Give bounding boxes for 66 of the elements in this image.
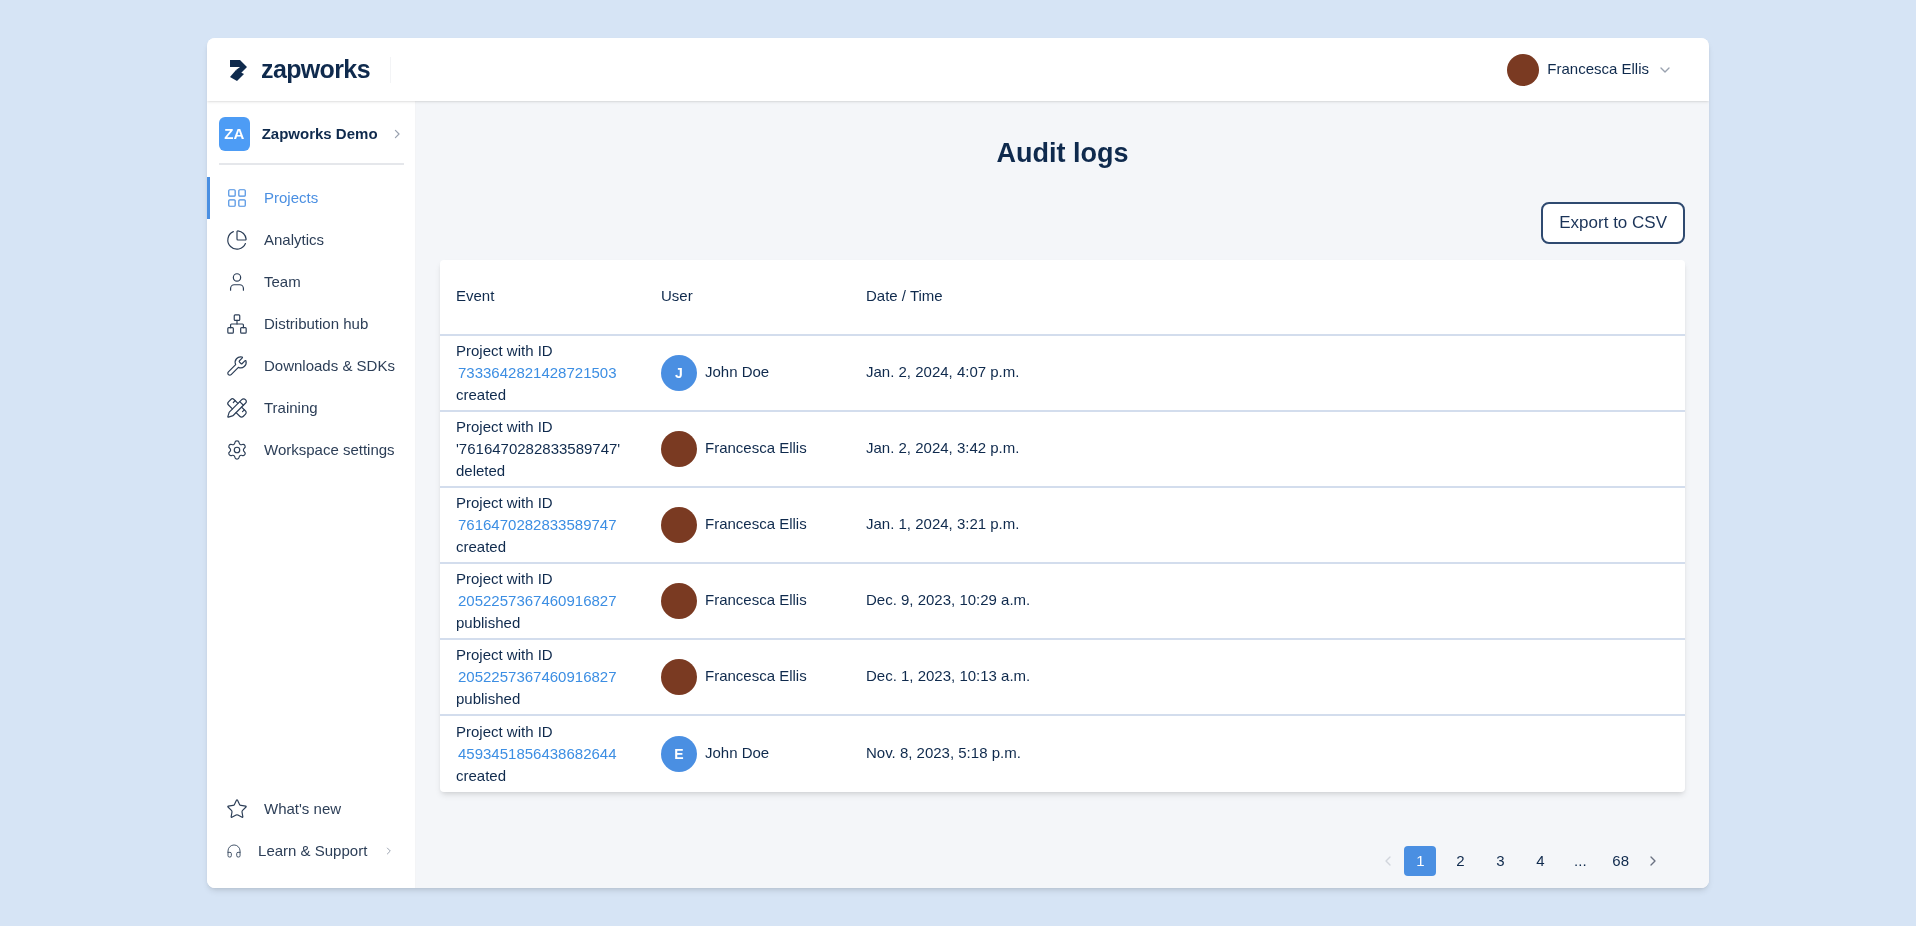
column-header: Date / Time <box>866 286 943 307</box>
sidebar-item[interactable]: Distribution hub <box>207 303 415 345</box>
workspace-switcher[interactable]: ZA Zapworks Demo <box>219 117 404 165</box>
avatar-photo-placeholder <box>661 582 697 619</box>
project-id-link[interactable]: 7333642821428721503 <box>456 361 661 384</box>
user-name: Francesca Ellis <box>705 666 807 687</box>
star-icon <box>226 798 248 820</box>
page-button[interactable]: 3 <box>1484 846 1517 876</box>
event-action: created <box>456 384 508 405</box>
event-text: Project with ID <box>456 721 554 742</box>
avatar-photo-placeholder <box>1507 53 1540 86</box>
pie-chart-icon <box>226 229 248 251</box>
event-action: created <box>456 536 508 557</box>
settings-icon <box>226 439 248 461</box>
sidebar-item[interactable]: Analytics <box>207 219 415 261</box>
user-name: John Doe <box>705 362 770 383</box>
project-id-link[interactable]: 2052257367460916827 <box>456 589 661 612</box>
event-action: created <box>456 765 508 786</box>
column-header: Event <box>456 286 496 307</box>
sidebar-item[interactable]: What's new <box>207 788 415 830</box>
event-action: published <box>456 612 522 633</box>
date-time: Dec. 9, 2023, 10:29 a.m. <box>866 590 1031 611</box>
user-avatar: E <box>661 735 697 772</box>
date-time: Jan. 2, 2024, 4:07 p.m. <box>866 362 1020 383</box>
column-header: User <box>661 286 694 307</box>
date-time: Jan. 1, 2024, 3:21 p.m. <box>866 514 1020 535</box>
avatar-photo-placeholder <box>661 430 697 467</box>
workspace-badge: ZA <box>219 117 250 151</box>
sidebar-item[interactable]: Training <box>207 387 415 429</box>
user-name: Francesca Ellis <box>705 438 807 459</box>
logo-wordmark: zapworks <box>261 57 370 82</box>
user-name: John Doe <box>705 743 770 764</box>
sidebar-item[interactable]: Workspace settings <box>207 429 415 471</box>
project-id: '7616470282833589747' <box>456 438 622 459</box>
event-text: Project with ID <box>456 644 554 665</box>
pencil-ruler-icon <box>226 397 248 419</box>
user-name: Francesca Ellis <box>705 514 807 535</box>
project-id-link[interactable]: 7616470282833589747 <box>456 513 661 536</box>
event-text: Project with ID <box>456 416 554 437</box>
page-button[interactable]: 68 <box>1604 846 1637 876</box>
network-icon <box>226 313 248 335</box>
date-time: Dec. 1, 2023, 10:13 a.m. <box>866 666 1031 687</box>
event-action: published <box>456 688 522 709</box>
export-button[interactable]: Export to CSV <box>1541 201 1685 244</box>
sidebar-item[interactable]: Team <box>207 261 415 303</box>
project-id-link[interactable]: 4593451856438682644 <box>456 742 661 765</box>
date-time: Jan. 2, 2024, 3:42 p.m. <box>866 438 1020 459</box>
event-action: deleted <box>456 460 507 481</box>
avatar-photo-placeholder <box>661 506 697 543</box>
sidebar-item[interactable]: Downloads & SDKs <box>207 345 415 387</box>
user-avatar: J <box>661 354 697 391</box>
event-text: Project with ID <box>456 492 554 513</box>
page-button[interactable]: ... <box>1564 846 1597 876</box>
user-name: Francesca Ellis <box>705 590 807 611</box>
page-title: Audit logs <box>996 137 1129 170</box>
event-text: Project with ID <box>456 340 554 361</box>
page-button[interactable]: 4 <box>1524 846 1557 876</box>
grid-icon <box>226 187 248 209</box>
event-text: Project with ID <box>456 568 554 589</box>
user-menu[interactable]: Francesca Ellis <box>1507 53 1689 86</box>
avatar-photo-placeholder <box>661 658 697 695</box>
sidebar-item[interactable]: Learn & Support <box>207 830 415 872</box>
page-button[interactable]: 2 <box>1444 846 1477 876</box>
date-time: Nov. 8, 2023, 5:18 p.m. <box>866 743 1021 764</box>
project-id-link[interactable]: 2052257367460916827 <box>456 665 661 688</box>
wrench-icon <box>226 355 248 377</box>
